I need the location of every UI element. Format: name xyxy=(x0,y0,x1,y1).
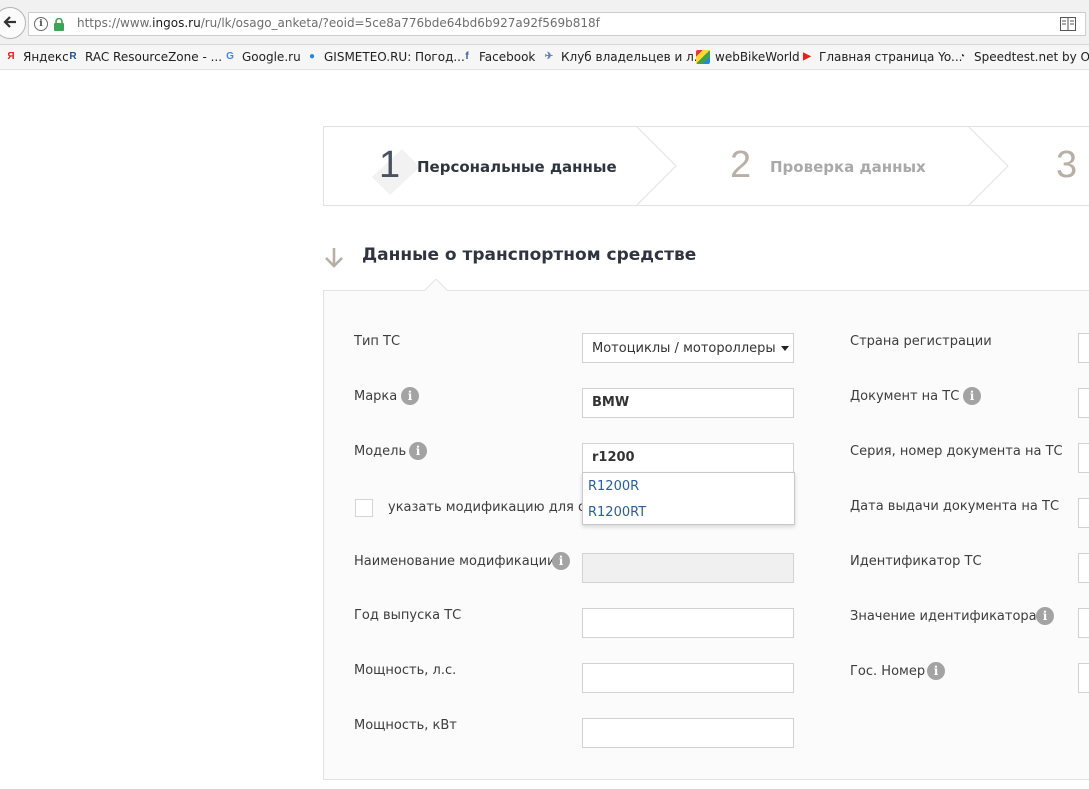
step-1-number: 1 xyxy=(379,144,401,186)
make-label: Марка xyxy=(354,389,398,404)
bookmark-label: RAC ResourceZone - ... xyxy=(85,50,223,64)
youtube-icon: ▶ xyxy=(803,51,811,62)
id-value-info-icon[interactable]: i xyxy=(1036,607,1054,625)
browser-toolbar: i https://www.ingos.ru/ru/lk/osago_anket… xyxy=(0,0,1089,45)
bookmark-label: Яндекс xyxy=(23,50,69,64)
url-text: https://www.ingos.ru/ru/lk/osago_anketa/… xyxy=(77,16,600,30)
vehicle-type-value: Мотоциклы / мотороллеры xyxy=(592,341,776,356)
year-label: Год выпуска ТС xyxy=(354,608,462,623)
club-icon: ✈ xyxy=(544,51,554,62)
bookmark-label: Google.ru xyxy=(242,50,301,64)
bookmark-label: Speedtest.net by Ookla xyxy=(974,50,1089,64)
step-2-number: 2 xyxy=(730,144,752,186)
address-bar[interactable]: i https://www.ingos.ru/ru/lk/osago_anket… xyxy=(28,12,1086,36)
doc-issue-date-input[interactable] xyxy=(1078,498,1089,528)
power-hp-input[interactable] xyxy=(582,663,794,693)
suggestion-item[interactable]: R1200R xyxy=(588,479,639,494)
vehicle-id-select[interactable] xyxy=(1078,553,1089,583)
bookmark-item[interactable]: Я Яндекс xyxy=(4,49,69,65)
model-value: r1200 xyxy=(592,450,635,465)
power-kw-input[interactable] xyxy=(582,718,794,748)
vehicle-type-select[interactable]: Мотоциклы / мотороллеры xyxy=(582,333,794,363)
rac-icon: R xyxy=(69,51,77,62)
reader-view-icon[interactable] xyxy=(1060,17,1076,31)
site-info-icon[interactable]: i xyxy=(34,17,48,31)
doc-series-number-input[interactable] xyxy=(1078,443,1089,473)
model-info-icon[interactable]: i xyxy=(409,442,427,460)
arrow-down-icon xyxy=(325,248,343,268)
vehicle-form-panel: Тип ТС Мотоциклы / мотороллеры Марка i B… xyxy=(323,279,1089,780)
vehicle-id-label: Идентификатор ТС xyxy=(850,554,982,569)
google-icon: G xyxy=(226,51,234,62)
model-input[interactable]: r1200 xyxy=(582,443,794,473)
bookmark-item[interactable]: ▶ Главная страница Yo... xyxy=(800,49,963,65)
vehicle-doc-info-icon[interactable]: i xyxy=(963,387,981,405)
arrow-left-icon xyxy=(3,16,16,28)
id-value-input[interactable] xyxy=(1078,608,1089,638)
bookmark-item[interactable]: ● GISMETEO.RU: Погод... xyxy=(305,49,465,65)
progress-stepper: 1 Персональные данные 2 Проверка данных … xyxy=(323,126,1089,206)
yandex-icon: Я xyxy=(7,51,15,62)
panel-pointer xyxy=(424,279,448,292)
vehicle-type-label: Тип ТС xyxy=(354,334,401,349)
step-1-label[interactable]: Персональные данные xyxy=(417,158,617,176)
doc-series-number-label: Серия, номер документа на ТС xyxy=(850,444,1063,459)
reg-country-label: Страна регистрации xyxy=(850,334,992,349)
bookmark-item[interactable]: webBikeWorld xyxy=(696,49,800,65)
bookmark-label: GISMETEO.RU: Погод... xyxy=(324,50,465,64)
plate-number-info-icon[interactable]: i xyxy=(927,662,945,680)
back-button[interactable] xyxy=(0,7,26,39)
bookmark-item[interactable]: ◔ Speedtest.net by Ookla xyxy=(955,49,1089,65)
page-content: 1 Персональные данные 2 Проверка данных … xyxy=(0,70,1089,789)
facebook-icon: f xyxy=(465,51,469,62)
bookmark-label: Клуб владельцев и л... xyxy=(561,50,706,64)
doc-issue-date-label: Дата выдачи документа на ТС xyxy=(850,499,1060,514)
model-label: Модель xyxy=(354,444,407,459)
bookmark-label: Главная страница Yo... xyxy=(819,50,963,64)
suggestion-item[interactable]: R1200RT xyxy=(588,505,646,520)
model-suggestions-dropdown: R1200R R1200RT xyxy=(582,472,795,525)
plate-number-label: Гос. Номер xyxy=(850,664,926,679)
reg-country-select[interactable] xyxy=(1078,333,1089,363)
plate-number-input[interactable] xyxy=(1078,663,1089,693)
speedtest-icon: ◔ xyxy=(958,51,966,62)
modification-name-input xyxy=(582,553,794,583)
bookmarks-bar: Я Яндекс R RAC ResourceZone - ... G Google.ru… xyxy=(0,45,1089,70)
step-2-label[interactable]: Проверка данных xyxy=(770,158,926,176)
year-input[interactable] xyxy=(582,608,794,638)
bookmark-item[interactable]: G Google.ru xyxy=(223,49,301,65)
bookmark-item[interactable]: ✈ Клуб владельцев и л... xyxy=(542,49,705,65)
lock-icon xyxy=(54,18,64,31)
id-value-label: Значение идентификатора xyxy=(850,609,1037,624)
modification-info-icon[interactable]: i xyxy=(552,552,570,570)
make-info-icon[interactable]: i xyxy=(401,387,419,405)
section-title: Данные о транспортном средстве xyxy=(362,245,697,265)
make-input[interactable]: BMW xyxy=(582,388,794,418)
webbikeworld-icon xyxy=(696,50,710,64)
step-3-number: 3 xyxy=(1056,144,1078,186)
bookmark-label: Facebook xyxy=(479,50,536,64)
modification-checkbox[interactable] xyxy=(355,499,373,517)
modification-checkbox-label: указать модификацию для от xyxy=(388,500,594,515)
vehicle-doc-select[interactable] xyxy=(1078,388,1089,418)
power-kw-label: Мощность, кВт xyxy=(354,718,457,733)
power-hp-label: Мощность, л.с. xyxy=(354,663,457,678)
gismeteo-icon: ● xyxy=(308,51,316,62)
make-value: BMW xyxy=(592,395,630,410)
modification-name-label: Наименование модификации xyxy=(354,554,556,569)
bookmark-item[interactable]: R RAC ResourceZone - ... xyxy=(66,49,222,65)
chevron-down-icon xyxy=(781,346,789,351)
bookmark-label: webBikeWorld xyxy=(715,50,800,64)
bookmark-item[interactable]: f Facebook xyxy=(460,49,535,65)
vehicle-doc-label: Документ на ТС xyxy=(850,389,960,404)
